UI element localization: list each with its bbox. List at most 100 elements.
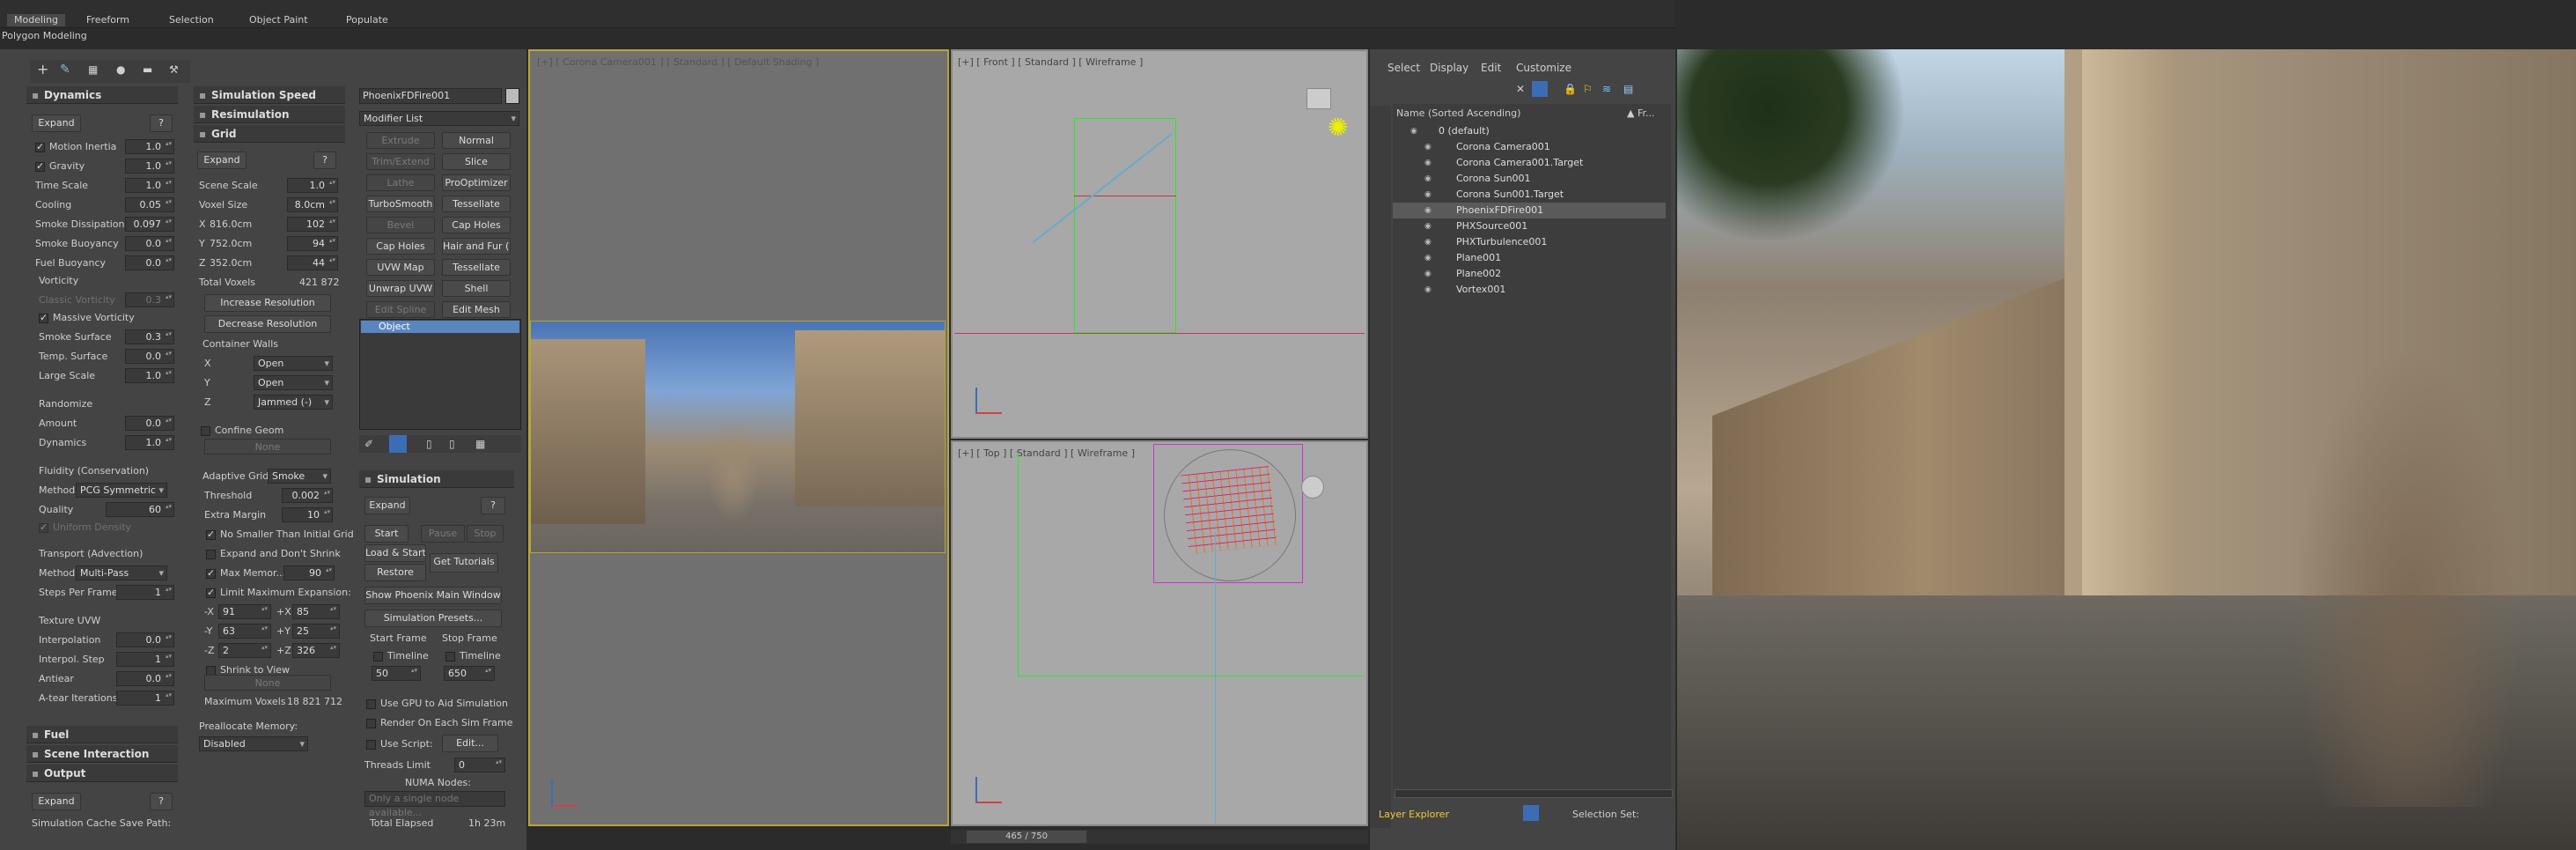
smoke-buoyancy-spinner[interactable]: 0.0 — [125, 236, 174, 251]
gravity-checkbox[interactable] — [35, 160, 45, 172]
stop-button[interactable]: Stop — [467, 525, 504, 543]
confine-geom-checkbox[interactable] — [201, 426, 210, 436]
explorer-menu-customize[interactable]: Customize — [1516, 62, 1571, 74]
decrease-resolution-button[interactable]: Decrease Resolution — [204, 315, 331, 333]
plus-z-spinner[interactable]: 326 — [292, 643, 340, 658]
method-dropdown[interactable]: PCG Symmetric — [76, 483, 167, 498]
show-end-result-icon[interactable] — [389, 435, 407, 453]
output-help-button[interactable]: ? — [150, 793, 173, 810]
visibility-eye-icon[interactable]: ◉ — [1424, 266, 1432, 282]
atear-iterations-spinner[interactable]: 1 — [116, 691, 174, 706]
grid-help-button[interactable]: ? — [313, 152, 336, 169]
scene-object-row[interactable]: ◉ Corona Sun001 — [1393, 171, 1666, 187]
start-button[interactable]: Start — [364, 525, 408, 543]
modifier-button[interactable]: Edit Spline — [366, 301, 435, 318]
no-smaller-checkbox[interactable] — [206, 528, 216, 540]
size-x-spinner[interactable]: 102 — [287, 217, 338, 232]
visibility-eye-icon[interactable]: ◉ — [1410, 123, 1417, 139]
hierarchy-tab-icon[interactable]: ▦ — [88, 63, 98, 76]
visibility-eye-icon[interactable]: ◉ — [1424, 155, 1432, 171]
explorer-menu-select[interactable]: Select — [1387, 62, 1420, 74]
explorer-menu-edit[interactable]: Edit — [1481, 62, 1501, 74]
scene-object-row[interactable]: ◉ Plane001 — [1393, 250, 1666, 266]
visibility-eye-icon[interactable]: ◉ — [1424, 187, 1432, 203]
antiear-spinner[interactable]: 0.0 — [116, 671, 174, 686]
utilities-tab-icon[interactable]: ⚒ — [169, 63, 179, 76]
load-start-button[interactable]: Load & Start — [364, 544, 426, 562]
expand-dont-shrink-checkbox[interactable] — [206, 550, 216, 559]
object-name-field[interactable]: PhoenixFDFire001 — [359, 88, 502, 104]
tab-populate[interactable]: Populate — [346, 14, 388, 26]
scene-object-row[interactable]: ◉ Corona Sun001.Target — [1393, 187, 1666, 203]
adaptive-grid-dropdown[interactable]: Smoke — [268, 469, 331, 484]
start-frame-spinner[interactable]: 50 — [372, 666, 421, 681]
gravity-spinner[interactable]: 1.0 — [125, 159, 174, 174]
modifier-button[interactable]: Shell — [442, 280, 511, 297]
scene-object-row[interactable]: ◉ Vortex001 — [1393, 282, 1666, 298]
modify-tab-icon[interactable]: ✎ — [60, 63, 70, 76]
visibility-eye-icon[interactable]: ◉ — [1424, 218, 1432, 234]
large-scale-spinner[interactable]: 1.0 — [125, 368, 174, 383]
modifier-stack[interactable] — [359, 319, 521, 430]
visibility-eye-icon[interactable]: ◉ — [1424, 171, 1432, 187]
scene-object-row[interactable]: ◉ PhoenixFDFire001 — [1393, 203, 1666, 218]
modifier-button[interactable]: Normal — [442, 132, 511, 149]
modifier-button[interactable]: Extrude — [366, 132, 435, 149]
modifier-button[interactable]: Cap Holes — [442, 217, 511, 233]
modifier-button[interactable]: Hair and Fur (WSM) — [442, 238, 511, 255]
massive-vorticity-checkbox[interactable] — [39, 312, 48, 323]
motion-inertia-spinner[interactable]: 1.0 — [125, 139, 174, 154]
start-timeline-checkbox[interactable] — [373, 652, 383, 662]
fuel-buoyancy-spinner[interactable]: 0.0 — [125, 255, 174, 270]
grid-expand-button[interactable]: Expand — [197, 152, 247, 169]
modifier-list-dropdown[interactable]: Modifier List — [359, 111, 519, 126]
scene-object-row[interactable]: ◉ Corona Camera001.Target — [1393, 155, 1666, 171]
explorer-close-icon[interactable]: ✕ — [1516, 83, 1525, 95]
cooling-spinner[interactable]: 0.05 — [125, 197, 174, 212]
use-gpu-checkbox[interactable] — [366, 699, 376, 709]
resimulation-rollout[interactable]: Resimulation — [194, 106, 345, 123]
tab-selection[interactable]: Selection — [169, 14, 214, 26]
modifier-button[interactable]: Lathe — [366, 174, 435, 191]
explorer-settings-icon[interactable]: ▤ — [1623, 83, 1633, 95]
scene-object-row[interactable]: ◉ PHXTurbulence001 — [1393, 234, 1666, 250]
visibility-eye-icon[interactable]: ◉ — [1424, 203, 1432, 218]
output-rollout[interactable]: Output — [26, 765, 178, 782]
explorer-frozen-column[interactable]: ▲ Fr... — [1627, 107, 1655, 120]
extra-margin-spinner[interactable]: 10 — [282, 507, 333, 522]
camera-viewport-label[interactable]: [+] [ Corona Camera001 ] [ Standard ] [ … — [537, 56, 819, 68]
modifier-button[interactable]: Slice — [442, 153, 511, 170]
dyn-expand-button[interactable]: Expand — [32, 115, 81, 132]
limit-expansion-checkbox[interactable] — [206, 587, 216, 598]
modifier-button[interactable]: UVW Map — [366, 259, 435, 276]
plus-x-spinner[interactable]: 85 — [292, 604, 340, 619]
plus-y-spinner[interactable]: 25 — [292, 624, 340, 639]
motion-inertia-checkbox[interactable] — [35, 141, 45, 152]
voxel-size-spinner[interactable]: 8.0cm — [287, 197, 338, 212]
wall-x-dropdown[interactable]: Open — [254, 356, 333, 371]
modifier-button[interactable]: TurboSmooth — [366, 196, 435, 212]
modifier-button[interactable]: ProOptimizer — [442, 174, 511, 191]
steps-per-frame-spinner[interactable]: 1 — [116, 585, 174, 600]
modifier-button[interactable]: Bevel — [366, 217, 435, 233]
wall-y-dropdown[interactable]: Open — [254, 375, 333, 390]
pause-button[interactable]: Pause — [421, 525, 465, 543]
minus-y-spinner[interactable]: 63 — [218, 624, 271, 639]
max-memory-spinner[interactable]: 90 — [283, 565, 335, 580]
camera-render-preview[interactable] — [530, 321, 946, 553]
scene-interaction-rollout[interactable]: Scene Interaction — [26, 745, 178, 763]
amount-spinner[interactable]: 0.0 — [125, 416, 174, 431]
fuel-rollout[interactable]: Fuel — [26, 726, 178, 743]
modifier-button[interactable]: Trim/Extend — [366, 153, 435, 170]
modifier-button[interactable]: Unwrap UVW — [366, 280, 435, 297]
tab-freeform[interactable]: Freeform — [86, 14, 129, 26]
quality-spinner[interactable]: 60 — [106, 502, 174, 517]
front-viewcube[interactable] — [1306, 88, 1331, 109]
explorer-menu-display[interactable]: Display — [1430, 62, 1468, 74]
display-tab-icon[interactable]: ▬ — [143, 63, 152, 76]
minus-x-spinner[interactable]: 91 — [218, 604, 271, 619]
object-color-swatch[interactable] — [505, 88, 519, 104]
sim-help-button[interactable]: ? — [481, 497, 505, 514]
size-z-spinner[interactable]: 44 — [287, 255, 338, 270]
wall-z-dropdown[interactable]: Jammed (-) — [254, 395, 333, 410]
